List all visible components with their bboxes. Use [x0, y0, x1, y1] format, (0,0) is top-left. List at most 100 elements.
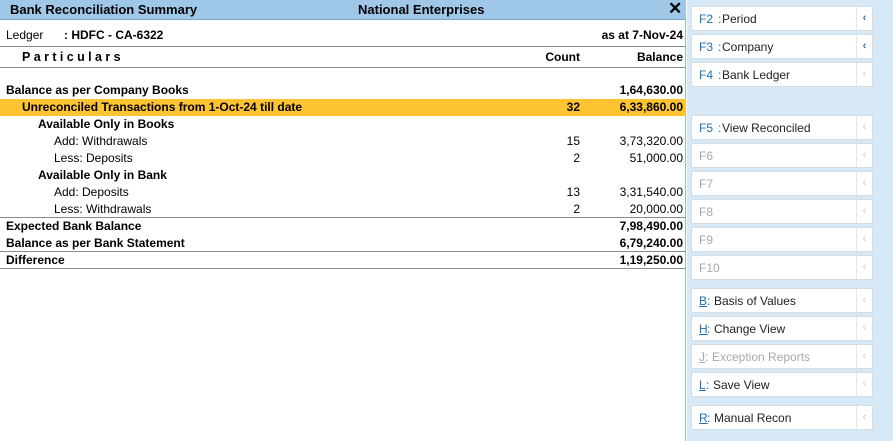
key-hint: B [699, 294, 708, 308]
key-colon: : [718, 40, 722, 54]
column-count: Count [545, 50, 580, 64]
chevron-left-icon: ‹ [856, 144, 872, 167]
f10-button: F10 ‹ [691, 255, 873, 280]
key-hint: F2 [699, 12, 714, 26]
function-key-panel: F2: Period ‹ F3: Company ‹ F4: Bank Ledg… [687, 0, 893, 441]
chevron-left-icon: ‹ [856, 345, 872, 368]
row-name: Balance as per Company Books [6, 83, 189, 97]
f9-button: F9 ‹ [691, 227, 873, 252]
key-hint: F5 [699, 121, 714, 135]
report-panel: Bank Reconciliation Summary National Ent… [0, 0, 686, 441]
company-name: National Enterprises [358, 2, 485, 17]
row-expected-bank-balance[interactable]: Expected Bank Balance 7,98,490.00 [0, 218, 686, 235]
change-view-button[interactable]: H: Change View ‹ [691, 316, 873, 341]
row-count: 2 [573, 151, 580, 165]
basis-of-values-button[interactable]: B: Basis of Values ‹ [691, 288, 873, 313]
button-label: Basis of Values [714, 294, 796, 308]
key-colon: : [707, 322, 711, 336]
view-reconciled-button[interactable]: F5: View Reconciled ‹ [691, 115, 873, 140]
row-balance: 7,98,490.00 [619, 219, 683, 233]
row-books-add-withdrawals[interactable]: Add: Withdrawals 15 3,73,320.00 [0, 133, 686, 150]
chevron-left-icon: ‹ [856, 406, 872, 429]
title-bar: Bank Reconciliation Summary National Ent… [0, 0, 686, 20]
button-label: Change View [714, 322, 786, 336]
f6-button: F6 ‹ [691, 143, 873, 168]
report-rows: Balance as per Company Books 1,64,630.00… [0, 82, 686, 269]
key-hint: F8 [699, 205, 714, 219]
key-hint: F10 [699, 261, 720, 275]
row-balance: 20,000.00 [629, 202, 683, 216]
chevron-left-icon: ‹ [856, 63, 872, 86]
row-name: Less: Deposits [54, 151, 133, 165]
row-balance: 3,73,320.00 [619, 134, 683, 148]
row-unreconciled-transactions[interactable]: Unreconciled Transactions from 1-Oct-24 … [0, 99, 686, 116]
close-icon[interactable]: ✕ [668, 0, 682, 19]
save-view-button[interactable]: L: Save View ‹ [691, 372, 873, 397]
chevron-left-icon: ‹ [856, 256, 872, 279]
row-books-less-deposits[interactable]: Less: Deposits 2 51,000.00 [0, 150, 686, 167]
column-balance: Balance [636, 50, 683, 64]
chevron-left-icon: ‹ [856, 200, 872, 223]
period-button[interactable]: F2: Period ‹ [691, 6, 873, 31]
manual-recon-button[interactable]: R: Manual Recon ‹ [691, 405, 873, 430]
bank-ledger-button[interactable]: F4: Bank Ledger ‹ [691, 62, 873, 87]
button-label: Save View [713, 378, 770, 392]
button-label: Bank Ledger [722, 68, 791, 82]
chevron-left-icon: ‹ [856, 289, 872, 312]
row-company-books-balance[interactable]: Balance as per Company Books 1,64,630.00 [0, 82, 686, 99]
key-hint: F9 [699, 233, 714, 247]
key-hint: F6 [699, 149, 714, 163]
key-hint: F7 [699, 177, 714, 191]
chevron-left-icon: ‹ [856, 317, 872, 340]
column-header: Particulars Count Balance [0, 48, 686, 68]
company-button[interactable]: F3: Company ‹ [691, 34, 873, 59]
chevron-left-icon: ‹ [856, 373, 872, 396]
ledger-label: Ledger [6, 28, 44, 42]
button-label: Period [722, 12, 757, 26]
chevron-left-icon: ‹ [856, 228, 872, 251]
ledger-header: Ledger : HDFC - CA-6322 as at 7-Nov-24 [0, 20, 686, 47]
button-label: Exception Reports [712, 350, 811, 364]
row-only-in-books[interactable]: Available Only in Books [0, 116, 686, 133]
f8-button: F8 ‹ [691, 199, 873, 224]
row-balance: 51,000.00 [629, 151, 683, 165]
row-bank-statement-balance[interactable]: Balance as per Bank Statement 6,79,240.0… [0, 235, 686, 252]
chevron-left-icon: ‹ [856, 172, 872, 195]
row-only-in-bank[interactable]: Available Only in Bank [0, 167, 686, 184]
row-name: Available Only in Bank [38, 168, 167, 182]
chevron-left-icon[interactable]: ‹ [856, 35, 872, 58]
row-count: 13 [566, 185, 580, 199]
row-name: Add: Deposits [54, 185, 129, 199]
column-particulars: Particulars [22, 50, 125, 64]
row-balance: 3,31,540.00 [619, 185, 683, 199]
row-name: Add: Withdrawals [54, 134, 148, 148]
row-balance: 6,79,240.00 [619, 236, 683, 250]
as-at-date: as at 7-Nov-24 [601, 28, 683, 42]
row-name: Available Only in Books [38, 117, 175, 131]
row-name: Unreconciled Transactions from 1-Oct-24 … [22, 100, 303, 114]
key-hint: L [699, 378, 706, 392]
ledger-value[interactable]: : HDFC - CA-6322 [64, 28, 163, 42]
f7-button: F7 ‹ [691, 171, 873, 196]
chevron-left-icon[interactable]: ‹ [856, 7, 872, 30]
row-balance: 6,33,860.00 [619, 100, 683, 114]
report-title: Bank Reconciliation Summary [10, 2, 198, 17]
row-balance: 1,64,630.00 [619, 83, 683, 97]
key-colon: : [707, 294, 711, 308]
key-hint: F3 [699, 40, 714, 54]
button-label: Manual Recon [714, 411, 792, 425]
row-bank-less-withdrawals[interactable]: Less: Withdrawals 2 20,000.00 [0, 201, 686, 218]
row-count: 32 [566, 100, 580, 114]
row-name: Balance as per Bank Statement [6, 236, 185, 250]
row-difference[interactable]: Difference 1,19,250.00 [0, 252, 686, 269]
button-label: View Reconciled [722, 121, 811, 135]
key-colon: : [705, 350, 709, 364]
exception-reports-button: J: Exception Reports ‹ [691, 344, 873, 369]
chevron-left-icon: ‹ [856, 116, 872, 139]
row-name: Difference [6, 253, 65, 267]
key-colon: : [707, 411, 711, 425]
key-colon: : [718, 12, 722, 26]
row-bank-add-deposits[interactable]: Add: Deposits 13 3,31,540.00 [0, 184, 686, 201]
key-hint: F4 [699, 68, 714, 82]
row-name: Expected Bank Balance [6, 219, 142, 233]
